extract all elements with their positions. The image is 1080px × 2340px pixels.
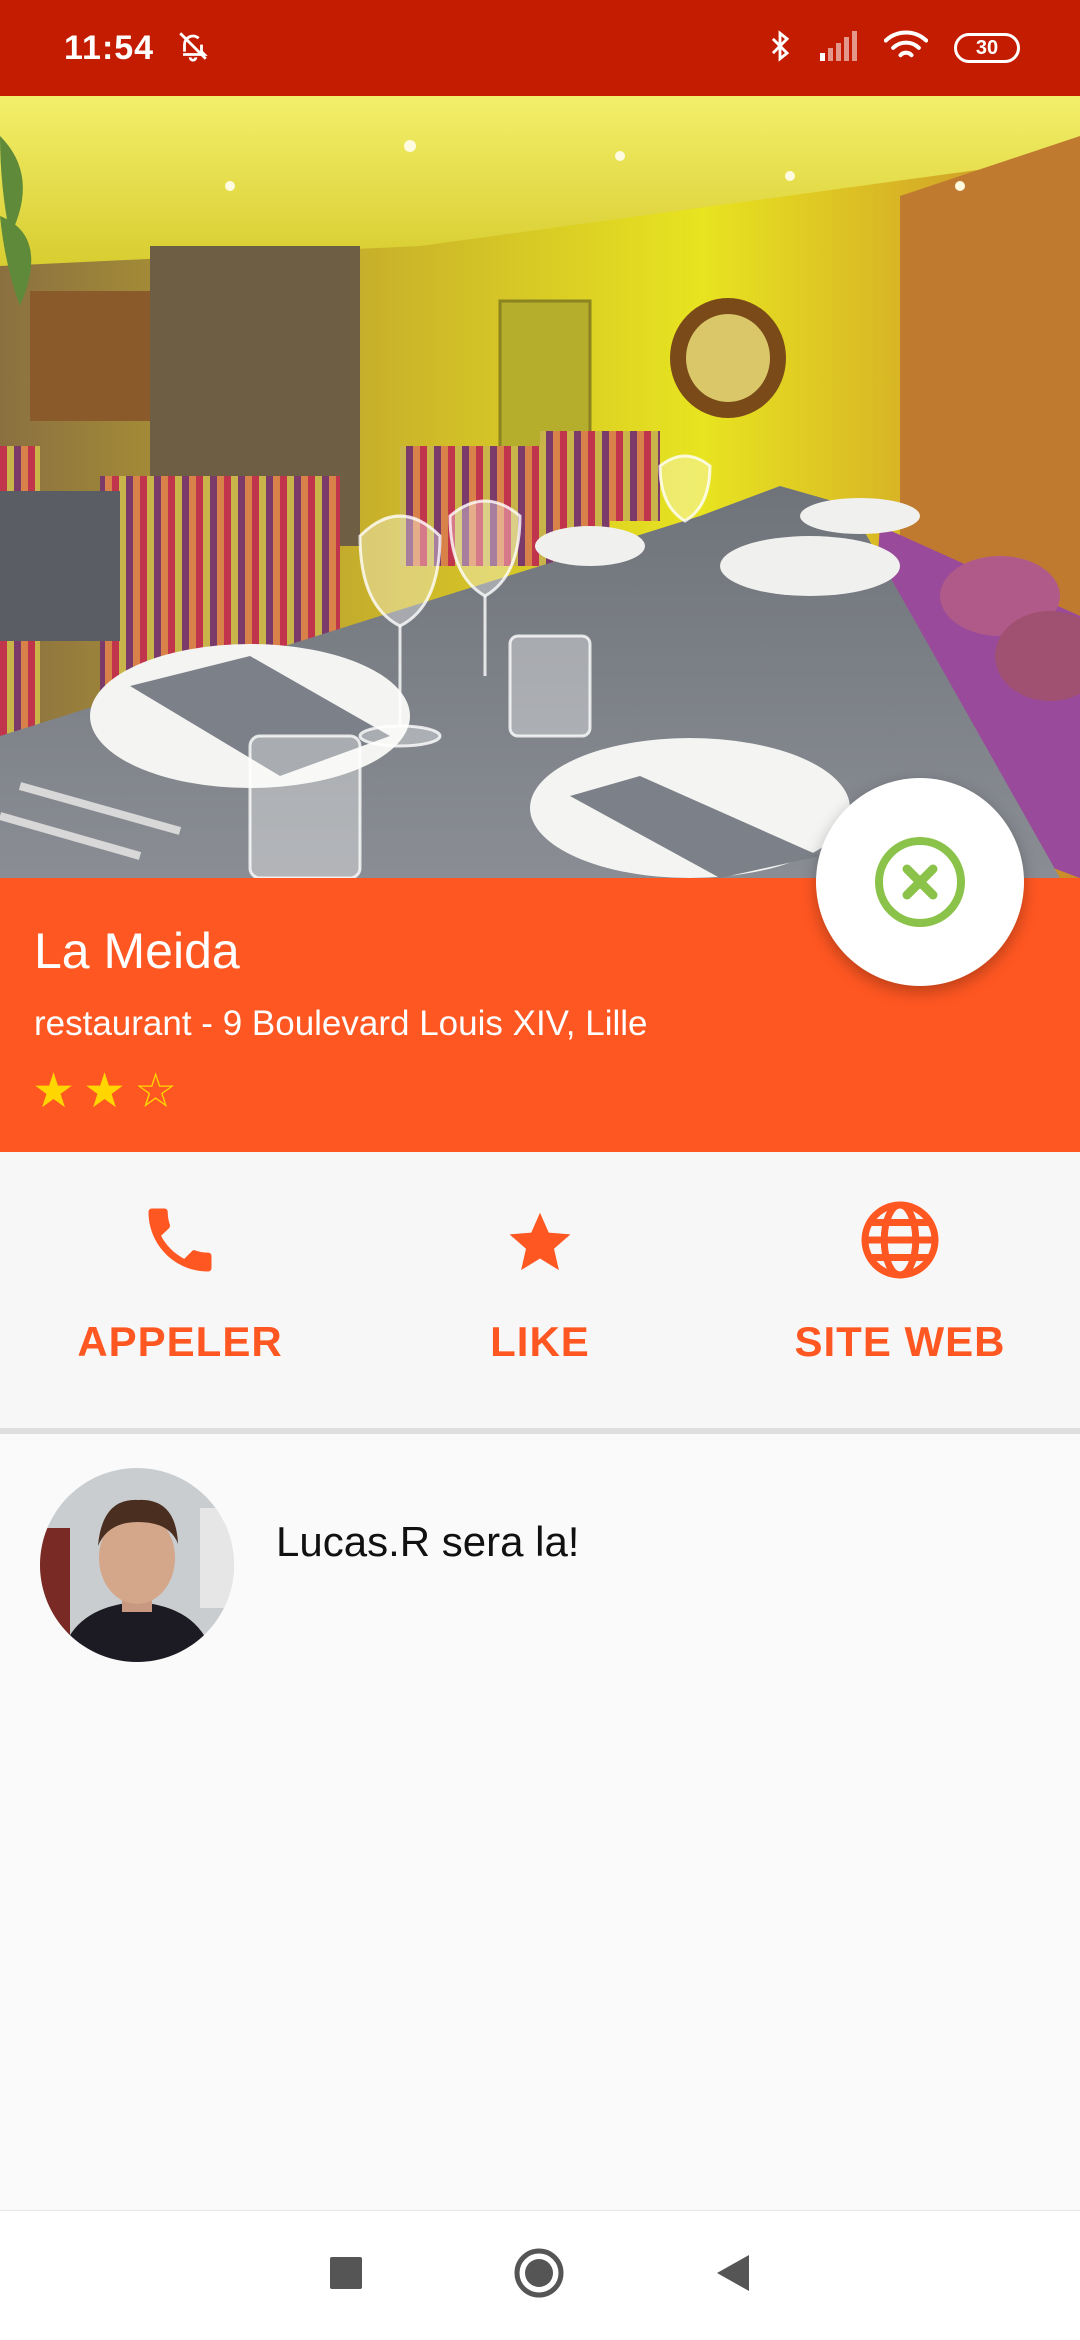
- star-outline-icon: ☆: [134, 1065, 178, 1118]
- call-button[interactable]: APPELER: [0, 1152, 360, 1430]
- status-time: 11:54: [64, 28, 155, 67]
- phone-icon: [148, 1208, 212, 1272]
- like-label: LIKE: [490, 1318, 590, 1365]
- call-label: APPELER: [77, 1318, 283, 1365]
- attendee-item[interactable]: Lucas.R sera la!: [40, 1468, 579, 1662]
- like-button[interactable]: LIKE: [360, 1152, 720, 1430]
- close-circle-icon: [875, 837, 965, 927]
- place-address: restaurant - 9 Boulevard Louis XIV, Lill…: [34, 1004, 648, 1043]
- star-icon: [509, 1212, 571, 1271]
- close-button[interactable]: [816, 778, 1024, 986]
- alarm-off-icon: [176, 29, 210, 68]
- rating-stars: ★ ★ ☆: [32, 1068, 177, 1116]
- globe-icon: [861, 1201, 939, 1279]
- attendee-text: Lucas.R sera la!: [276, 1518, 580, 1565]
- action-bar: APPELER LIKE SITE WEB: [0, 1152, 1080, 1430]
- home-icon[interactable]: [513, 2247, 565, 2304]
- star-filled-icon: ★: [32, 1065, 76, 1118]
- divider: [0, 1428, 1080, 1434]
- wifi-icon: [883, 29, 929, 68]
- back-icon[interactable]: [715, 2253, 751, 2298]
- restaurant-detail-screen: 11:54 30 La Meida restaurant - 9 Bouleva…: [0, 0, 1080, 2340]
- recents-icon[interactable]: [329, 2256, 363, 2295]
- website-label: SITE WEB: [794, 1318, 1006, 1365]
- navigation-bar: [0, 2210, 1080, 2340]
- restaurant-photo: [0, 96, 1080, 878]
- place-name: La Meida: [34, 923, 240, 979]
- battery-icon: 30: [954, 33, 1020, 63]
- signal-icon: [818, 30, 858, 66]
- avatar: [40, 1468, 234, 1662]
- bluetooth-icon: [768, 29, 792, 68]
- battery-level: 30: [975, 36, 999, 59]
- status-bar: 11:54 30: [0, 0, 1080, 96]
- website-button[interactable]: SITE WEB: [720, 1152, 1080, 1430]
- star-filled-icon: ★: [83, 1065, 127, 1118]
